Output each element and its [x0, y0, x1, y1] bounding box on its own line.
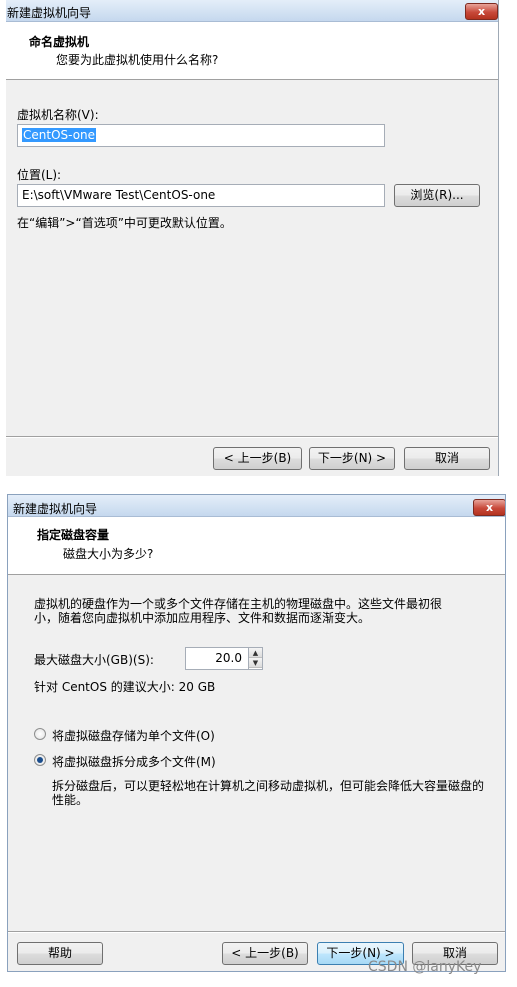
footer-separator-highlight	[8, 932, 505, 933]
title-bar[interactable]: 新建虚拟机向导 x	[6, 0, 498, 22]
back-button[interactable]: < 上一步(B)	[222, 942, 308, 965]
size-spinner[interactable]: ▲ ▼	[248, 648, 262, 669]
name-vm-dialog: 新建虚拟机向导 x 命名虚拟机 您要为此虚拟机使用什么名称? 虚拟机名称(V):…	[6, 0, 499, 476]
title-bar[interactable]: 新建虚拟机向导 x	[8, 495, 505, 517]
split-file-radio[interactable]	[34, 754, 46, 766]
vm-name-input[interactable]: CentOS-one	[17, 124, 385, 147]
window-title: 新建虚拟机向导	[13, 502, 98, 516]
watermark: CSDN @lanyKey	[368, 959, 482, 975]
single-file-label[interactable]: 将虚拟磁盘存储为单个文件(O)	[52, 727, 215, 744]
spin-up-icon[interactable]: ▲	[249, 648, 262, 658]
split-description-line-2: 性能。	[52, 793, 89, 807]
close-button[interactable]: x	[473, 499, 505, 516]
description-line-2: 小，随着您向虚拟机中添加应用程序、文件和数据而逐渐变大。	[34, 611, 371, 625]
spin-down-icon[interactable]: ▼	[249, 658, 262, 668]
page-subtitle: 磁盘大小为多少?	[63, 547, 154, 561]
disk-capacity-dialog: 新建虚拟机向导 x 指定磁盘容量 磁盘大小为多少? 虚拟机的硬盘作为一个或多个文…	[7, 494, 506, 972]
window-title: 新建虚拟机向导	[7, 6, 92, 20]
max-size-label: 最大磁盘大小(GB)(S):	[34, 653, 154, 667]
location-label: 位置(L):	[17, 168, 62, 182]
split-description-line-1: 拆分磁盘后，可以更轻松地在计算机之间移动虚拟机，但可能会降低大容量磁盘的	[52, 779, 485, 793]
location-input[interactable]: E:\soft\VMware Test\CentOS-one	[17, 184, 385, 207]
cancel-button[interactable]: 取消	[404, 447, 490, 470]
single-file-radio[interactable]	[34, 728, 46, 740]
footer-separator-highlight	[6, 437, 498, 438]
recommended-size: 针对 CentOS 的建议大小: 20 GB	[34, 680, 216, 694]
split-file-label[interactable]: 将虚拟磁盘拆分成多个文件(M)	[52, 753, 216, 770]
browse-button[interactable]: 浏览(R)...	[394, 184, 480, 207]
help-button[interactable]: 帮助	[17, 942, 103, 965]
vm-name-label: 虚拟机名称(V):	[17, 108, 99, 122]
location-hint: 在“编辑”>“首选项”中可更改默认位置。	[17, 216, 232, 230]
vm-name-value: CentOS-one	[22, 128, 97, 142]
page-title: 指定磁盘容量	[37, 528, 110, 542]
next-button[interactable]: 下一步(N) >	[309, 447, 395, 470]
page-title: 命名虚拟机	[29, 35, 90, 49]
close-button[interactable]: x	[465, 3, 498, 20]
wizard-header: 命名虚拟机 您要为此虚拟机使用什么名称?	[6, 22, 498, 80]
wizard-header: 指定磁盘容量 磁盘大小为多少?	[8, 517, 505, 575]
page-subtitle: 您要为此虚拟机使用什么名称?	[56, 53, 219, 67]
back-button[interactable]: < 上一步(B)	[213, 447, 302, 470]
